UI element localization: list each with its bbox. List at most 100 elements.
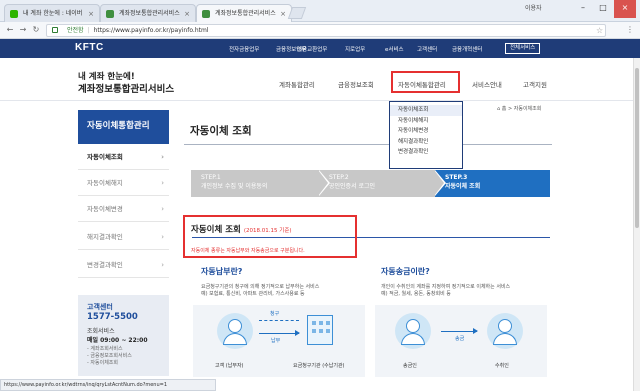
reload-icon[interactable]: ↻ xyxy=(30,24,42,36)
sidebar-item-cancel[interactable]: 자동이체해지 › xyxy=(78,170,169,196)
send-label: 송금 xyxy=(455,336,465,342)
step-arrow-icon xyxy=(434,170,444,196)
maximize-icon[interactable]: □ xyxy=(594,0,612,18)
dropdown-item-inquiry[interactable]: 자동이체조회 xyxy=(390,105,462,116)
help-line: - 금융정보조회서비스 xyxy=(87,353,132,359)
gnb-item[interactable]: e서비스 xyxy=(385,45,404,53)
all-services-button[interactable]: 전체서비스 xyxy=(505,43,541,54)
main-nav-account[interactable]: 계좌통합관리 xyxy=(279,79,315,89)
bookmark-star-icon[interactable]: ☆ xyxy=(596,26,603,35)
dropdown-item-cancel[interactable]: 자동이체해지 xyxy=(390,116,462,127)
sidebar-item-change-result[interactable]: 변경결과확인 › xyxy=(78,252,169,278)
person-head-icon xyxy=(228,319,242,333)
global-nav: KFTC 전자금융업무 금융정보업무 어음교환업무 지로업무 e서비스 고객센터… xyxy=(0,39,640,58)
sidebar-item-inquiry[interactable]: 자동이체조회 › xyxy=(78,144,169,170)
lock-icon xyxy=(52,27,58,33)
person-body-icon xyxy=(493,333,517,345)
pay-label: 납부 xyxy=(271,338,281,344)
sidebar-item-label: 해지결과확인 xyxy=(87,233,123,241)
dropdown-item-change[interactable]: 자동이체변경 xyxy=(390,126,462,137)
sender-caption: 송금인 xyxy=(403,363,417,369)
step-number: STEP.2 xyxy=(329,174,349,181)
gnb-item[interactable]: 지로업무 xyxy=(345,45,365,53)
autotransfer-dropdown: 자동이체조회 자동이체해지 자동이체변경 해지결과확인 변경결과확인 xyxy=(389,101,463,169)
close-icon[interactable]: × xyxy=(88,5,94,22)
browser-tab-naver[interactable]: 내 계좌 한눈에 : 네이버 × xyxy=(4,4,100,22)
help-hours: 매일 09:00 ~ 22:00 xyxy=(87,337,148,344)
step-arrow-icon xyxy=(318,170,328,196)
notice-date: (2018.01.15 기준) xyxy=(243,228,292,234)
gnb-item[interactable]: 금융개혁센터 xyxy=(452,45,482,53)
chevron-right-icon: › xyxy=(161,205,164,213)
breadcrumb-text: 홈 > 자동이체조회 xyxy=(501,106,542,112)
secure-label: 안전함 xyxy=(67,27,84,34)
dropdown-item-change-result[interactable]: 변경결과확인 xyxy=(390,147,462,158)
chevron-right-icon: › xyxy=(161,233,164,241)
sender-icon xyxy=(395,313,431,349)
url-separator: | xyxy=(87,27,90,34)
page-title: 자동이체 조회 xyxy=(190,125,252,137)
back-icon[interactable]: ← xyxy=(4,24,16,36)
help-service: 조회서비스 xyxy=(87,328,115,335)
minimize-icon[interactable]: – xyxy=(574,0,592,18)
notice-title: 자동이체 조회 (2018.01.15 기준) xyxy=(191,223,292,235)
building-icon xyxy=(307,315,333,345)
sidebar-item-label: 자동이체변경 xyxy=(87,205,123,213)
url-input[interactable]: 안전함 | https://www.payinfo.or.kr/payinfo.ht… xyxy=(46,24,606,37)
sidebar-item-cancel-result[interactable]: 해지결과확인 › xyxy=(78,224,169,250)
receiver-caption: 수취인 xyxy=(495,363,509,369)
forward-icon[interactable]: → xyxy=(17,24,29,36)
browser-user[interactable]: 이용자 xyxy=(525,3,542,12)
charge-label: 청구 xyxy=(270,311,280,317)
step-number: STEP.3 xyxy=(445,174,468,181)
payinfo-favicon-icon xyxy=(202,10,210,18)
sidebar-title: 자동이체통합관리 xyxy=(78,110,169,144)
sidebar-item-label: 자동이체조회 xyxy=(87,153,123,161)
tab-label: 계좌정보통합관리서비스 xyxy=(119,10,180,17)
gnb-item[interactable]: 고객센터 xyxy=(417,45,437,53)
send-arrow-icon xyxy=(441,328,478,334)
brand-name[interactable]: 계좌정보통합관리서비스 xyxy=(78,81,174,95)
receiver-icon xyxy=(487,313,523,349)
new-tab-button[interactable] xyxy=(287,7,307,19)
person-body-icon xyxy=(223,333,247,345)
window-close-icon[interactable]: × xyxy=(614,0,636,18)
tab-label: 계좌정보통합관리서비스 xyxy=(215,10,276,17)
browser-tab-payinfo-2[interactable]: 계좌정보통합관리서비스 × xyxy=(196,4,292,22)
customer-center-box: 고객센터 1577-5500 조회서비스 매일 09:00 ~ 22:00 - … xyxy=(78,295,169,376)
step-2: STEP.2 공인인증서 로그인 xyxy=(319,170,435,197)
scrollbar-thumb[interactable] xyxy=(635,68,639,228)
payment-example: 예) 보험료, 통신비, 아파트 관리비, 가스사용료 등 xyxy=(201,291,305,297)
address-bar-row: ← → ↻ 안전함 | https://www.payinfo.or.kr/payi… xyxy=(0,22,640,39)
naver-favicon-icon xyxy=(10,10,18,18)
home-icon[interactable]: ⌂ xyxy=(497,106,500,112)
kftc-logo[interactable]: KFTC xyxy=(75,42,104,53)
transfer-example: 예) 적금, 월세, 용돈, 동창회비 등 xyxy=(381,291,451,297)
browser-tab-payinfo-1[interactable]: 계좌정보통합관리서비스 × xyxy=(100,4,196,22)
gnb-item[interactable]: 어음교환업무 xyxy=(297,45,327,53)
person-head-icon xyxy=(406,319,420,333)
step-1: STEP.1 개인정보 수집 및 이용동의 xyxy=(191,170,319,197)
sidebar-item-change[interactable]: 자동이체변경 › xyxy=(78,196,169,222)
main-nav-finance-info[interactable]: 금융정보조회 xyxy=(338,79,374,89)
step-label: 개인정보 수집 및 이용동의 xyxy=(201,183,268,190)
page-scrollbar[interactable] xyxy=(633,58,640,391)
payment-desc-text: 요금청구기관의 청구에 의해 정기적으로 납부하는 서비스 xyxy=(201,284,320,290)
title-divider xyxy=(184,144,552,145)
browser-tab-bar: 내 계좌 한눈에 : 네이버 × 계좌정보통합관리서비스 × 계좌정보통합관리서… xyxy=(0,0,640,22)
step-label: 공인인증서 로그인 xyxy=(329,183,376,190)
pay-arrow-icon xyxy=(259,330,300,336)
main-nav-service[interactable]: 서비스안내 xyxy=(472,79,502,89)
transfer-diagram: 송금 송금인 수취인 xyxy=(375,305,547,377)
gnb-item[interactable]: 전자금융업무 xyxy=(229,45,259,53)
payment-desc: 요금청구기관의 청구에 의해 정기적으로 납부하는 서비스 예) 보험료, 통신… xyxy=(201,284,371,298)
sidebar-item-label: 자동이체해지 xyxy=(87,179,123,187)
main-nav-support[interactable]: 고객지원 xyxy=(523,79,547,89)
person-body-icon xyxy=(401,333,425,345)
close-icon[interactable]: × xyxy=(280,5,286,22)
close-icon[interactable]: × xyxy=(184,5,190,22)
dropdown-item-cancel-result[interactable]: 해지결과확인 xyxy=(390,137,462,148)
chevron-right-icon: › xyxy=(161,261,164,269)
notice-desc: 자동이체 종류는 자동납부와 자동송금으로 구분됩니다. xyxy=(191,248,305,254)
browser-menu-icon[interactable]: ⋮ xyxy=(626,25,634,34)
